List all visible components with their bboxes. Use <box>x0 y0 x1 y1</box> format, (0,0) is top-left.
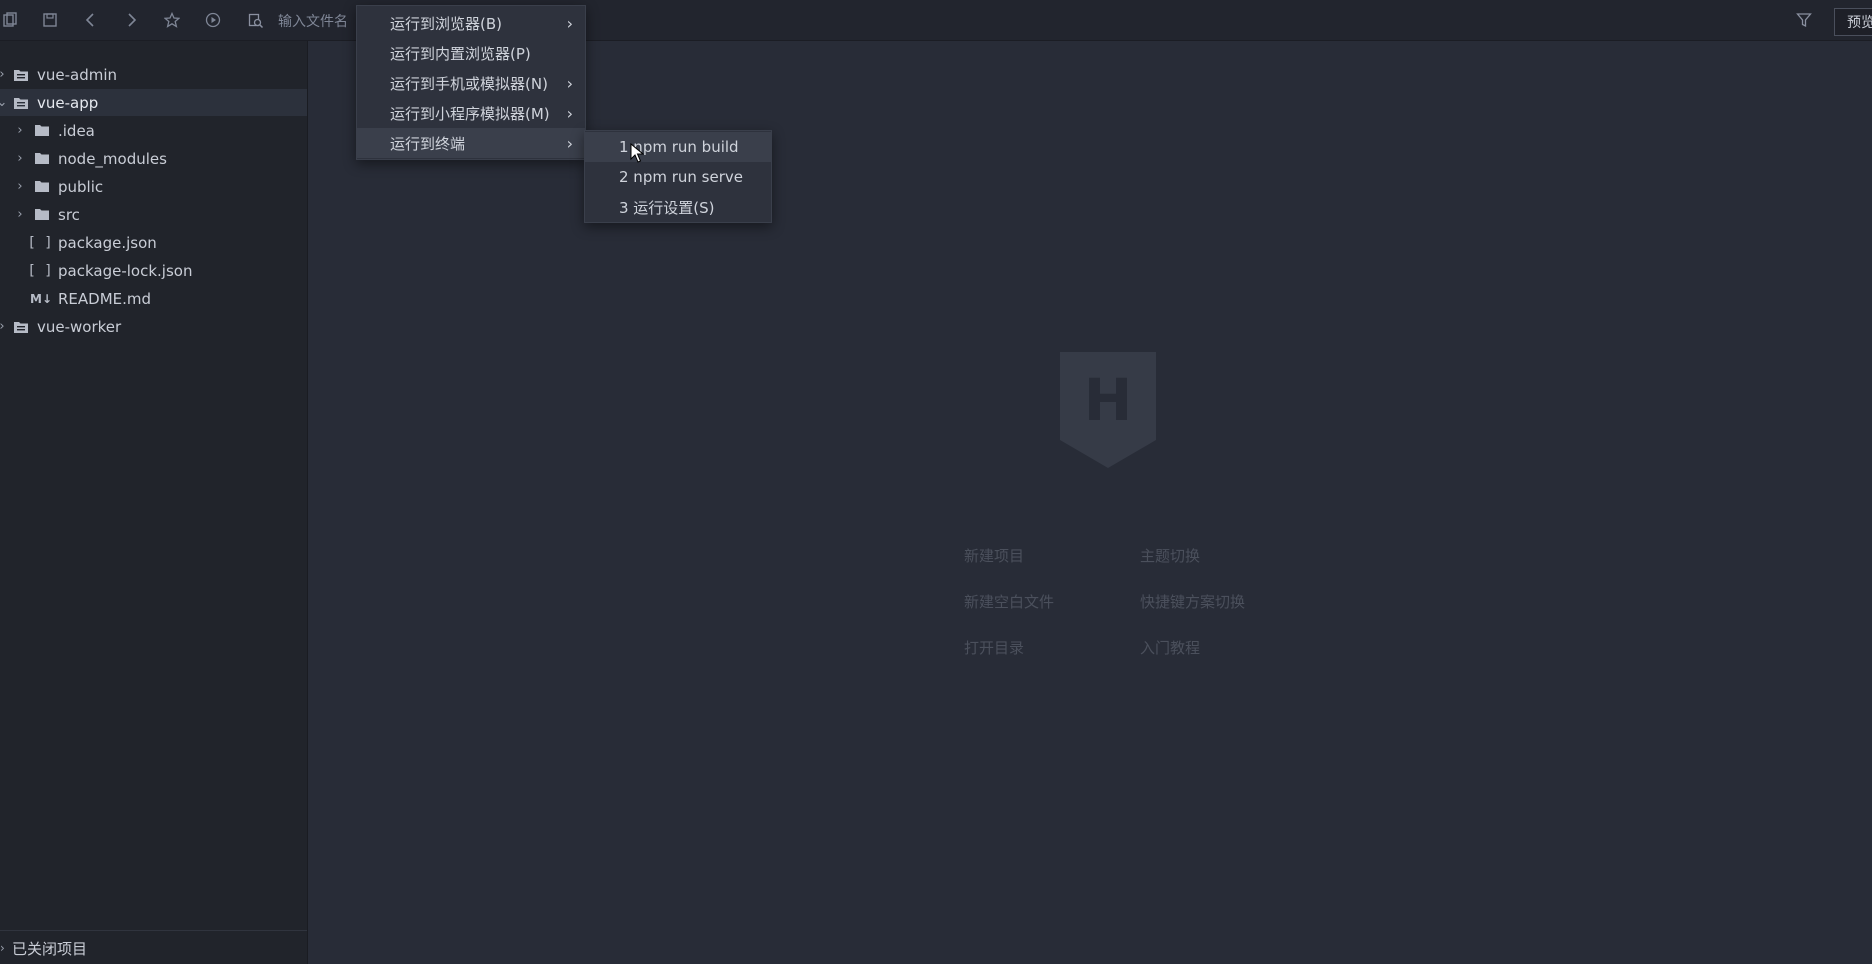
tree-item-readme[interactable]: M↓ README.md <box>0 285 307 312</box>
project-folder-icon <box>12 95 30 111</box>
copy-icon[interactable] <box>0 10 20 30</box>
chevron-down-icon[interactable]: ⌄ <box>0 95 8 110</box>
search-placeholder: 输入文件名 <box>278 14 348 30</box>
open-directory-link[interactable]: 打开目录 <box>964 637 1024 658</box>
tree-item-label: package-lock.json <box>58 261 193 280</box>
back-icon[interactable] <box>81 10 101 30</box>
folder-icon <box>33 123 51 139</box>
tree-item-src[interactable]: › src <box>0 201 307 228</box>
chevron-right-icon[interactable]: › <box>14 151 26 166</box>
tutorial-link[interactable]: 入门教程 <box>1140 637 1200 658</box>
tree-item-idea[interactable]: › .idea <box>0 117 307 144</box>
tree-item-label: vue-worker <box>37 317 122 336</box>
tree-item-vue-app[interactable]: ⌄ vue-app <box>0 89 307 116</box>
tree-item-public[interactable]: › public <box>0 173 307 200</box>
chevron-right-icon[interactable]: › <box>0 319 8 334</box>
menu-item-label: 运行到手机或模拟器(N) <box>390 74 548 93</box>
menu-item-run-settings[interactable]: 3 运行设置(S) <box>585 192 771 222</box>
tree-item-label: vue-admin <box>37 65 118 84</box>
project-folder-icon <box>12 67 30 83</box>
new-blank-file-link[interactable]: 新建空白文件 <box>964 591 1054 612</box>
menu-item-label: 运行到浏览器(B) <box>390 14 502 33</box>
search-file-icon <box>248 13 264 33</box>
project-explorer: › vue-admin ⌄ vue-app › .idea › n <box>0 41 308 964</box>
chevron-right-icon: › <box>566 133 573 153</box>
toolbar: 输入文件名 预览 <box>0 0 1872 41</box>
tree-item-label: public <box>58 177 104 196</box>
filter-icon[interactable] <box>1796 12 1812 32</box>
shortcut-scheme-link[interactable]: 快捷键方案切换 <box>1140 591 1245 612</box>
menu-item-label: 3 运行设置(S) <box>619 198 715 217</box>
menu-item-npm-run-build[interactable]: 1 npm run build <box>585 132 771 162</box>
folder-icon <box>33 151 51 167</box>
chevron-right-icon[interactable]: › <box>14 179 26 194</box>
tree-item-label: node_modules <box>58 149 167 168</box>
menu-item-label: 运行到终端 <box>390 134 466 153</box>
menu-item-run-phone[interactable]: 运行到手机或模拟器(N) › <box>357 68 585 98</box>
tree-item-vue-worker[interactable]: › vue-worker <box>0 313 307 340</box>
tree-item-label: .idea <box>58 121 95 140</box>
folder-icon <box>33 207 51 223</box>
markdown-file-icon: M↓ <box>30 291 52 306</box>
closed-projects-label: 已关闭项目 <box>12 939 88 958</box>
tree-item-package-json[interactable]: [ ] package.json <box>0 229 307 256</box>
menu-item-run-browser[interactable]: 运行到浏览器(B) › <box>357 8 585 38</box>
run-icon[interactable] <box>203 10 223 30</box>
menu-item-run-builtin-browser[interactable]: 运行到内置浏览器(P) <box>357 38 585 68</box>
new-project-link[interactable]: 新建项目 <box>964 545 1024 566</box>
menu-item-npm-run-serve[interactable]: 2 npm run serve <box>585 162 771 192</box>
terminal-submenu: 1 npm run build 2 npm run serve 3 运行设置(S… <box>584 130 772 223</box>
file-search-input[interactable]: 输入文件名 <box>244 9 354 33</box>
chevron-right-icon[interactable]: › <box>14 207 26 222</box>
menu-item-label: 2 npm run serve <box>619 168 743 186</box>
logo-letter: H <box>1084 366 1133 434</box>
hbuilderx-window: 输入文件名 预览 › vue-admin ⌄ vue-app › <box>0 0 1872 964</box>
menu-item-run-terminal[interactable]: 运行到终端 › <box>357 128 585 158</box>
tree-item-package-lock-json[interactable]: [ ] package-lock.json <box>0 257 307 284</box>
run-menu: 运行到浏览器(B) › 运行到内置浏览器(P) 运行到手机或模拟器(N) › 运… <box>356 5 586 160</box>
menu-item-label: 运行到内置浏览器(P) <box>390 44 531 63</box>
chevron-right-icon[interactable]: › <box>14 123 26 138</box>
chevron-right-icon: › <box>566 73 573 93</box>
chevron-right-icon: › <box>566 13 573 33</box>
json-file-icon: [ ] <box>27 234 53 251</box>
tree-item-node-modules[interactable]: › node_modules <box>0 145 307 172</box>
tree-item-label: src <box>58 205 80 224</box>
project-folder-icon <box>12 319 30 335</box>
tree-item-label: package.json <box>58 233 157 252</box>
chevron-right-icon: › <box>566 103 573 123</box>
hbuilder-logo-icon: H <box>1058 352 1158 468</box>
chevron-right-icon: › <box>0 941 5 955</box>
mouse-cursor-icon <box>630 143 644 163</box>
tree-item-label: vue-app <box>37 93 99 112</box>
closed-projects-toggle[interactable]: › 已关闭项目 <box>0 930 307 964</box>
menu-item-run-miniprogram[interactable]: 运行到小程序模拟器(M) › <box>357 98 585 128</box>
forward-icon[interactable] <box>121 10 141 30</box>
menu-item-label: 运行到小程序模拟器(M) <box>390 104 550 123</box>
folder-icon <box>33 179 51 195</box>
tree-item-label: README.md <box>58 289 152 308</box>
preview-button[interactable]: 预览 <box>1834 8 1872 36</box>
save-icon[interactable] <box>40 10 60 30</box>
chevron-right-icon[interactable]: › <box>0 67 8 82</box>
tree-item-vue-admin[interactable]: › vue-admin <box>0 61 307 88</box>
star-icon[interactable] <box>162 10 182 30</box>
theme-switch-link[interactable]: 主题切换 <box>1140 545 1200 566</box>
json-file-icon: [ ] <box>27 262 53 279</box>
